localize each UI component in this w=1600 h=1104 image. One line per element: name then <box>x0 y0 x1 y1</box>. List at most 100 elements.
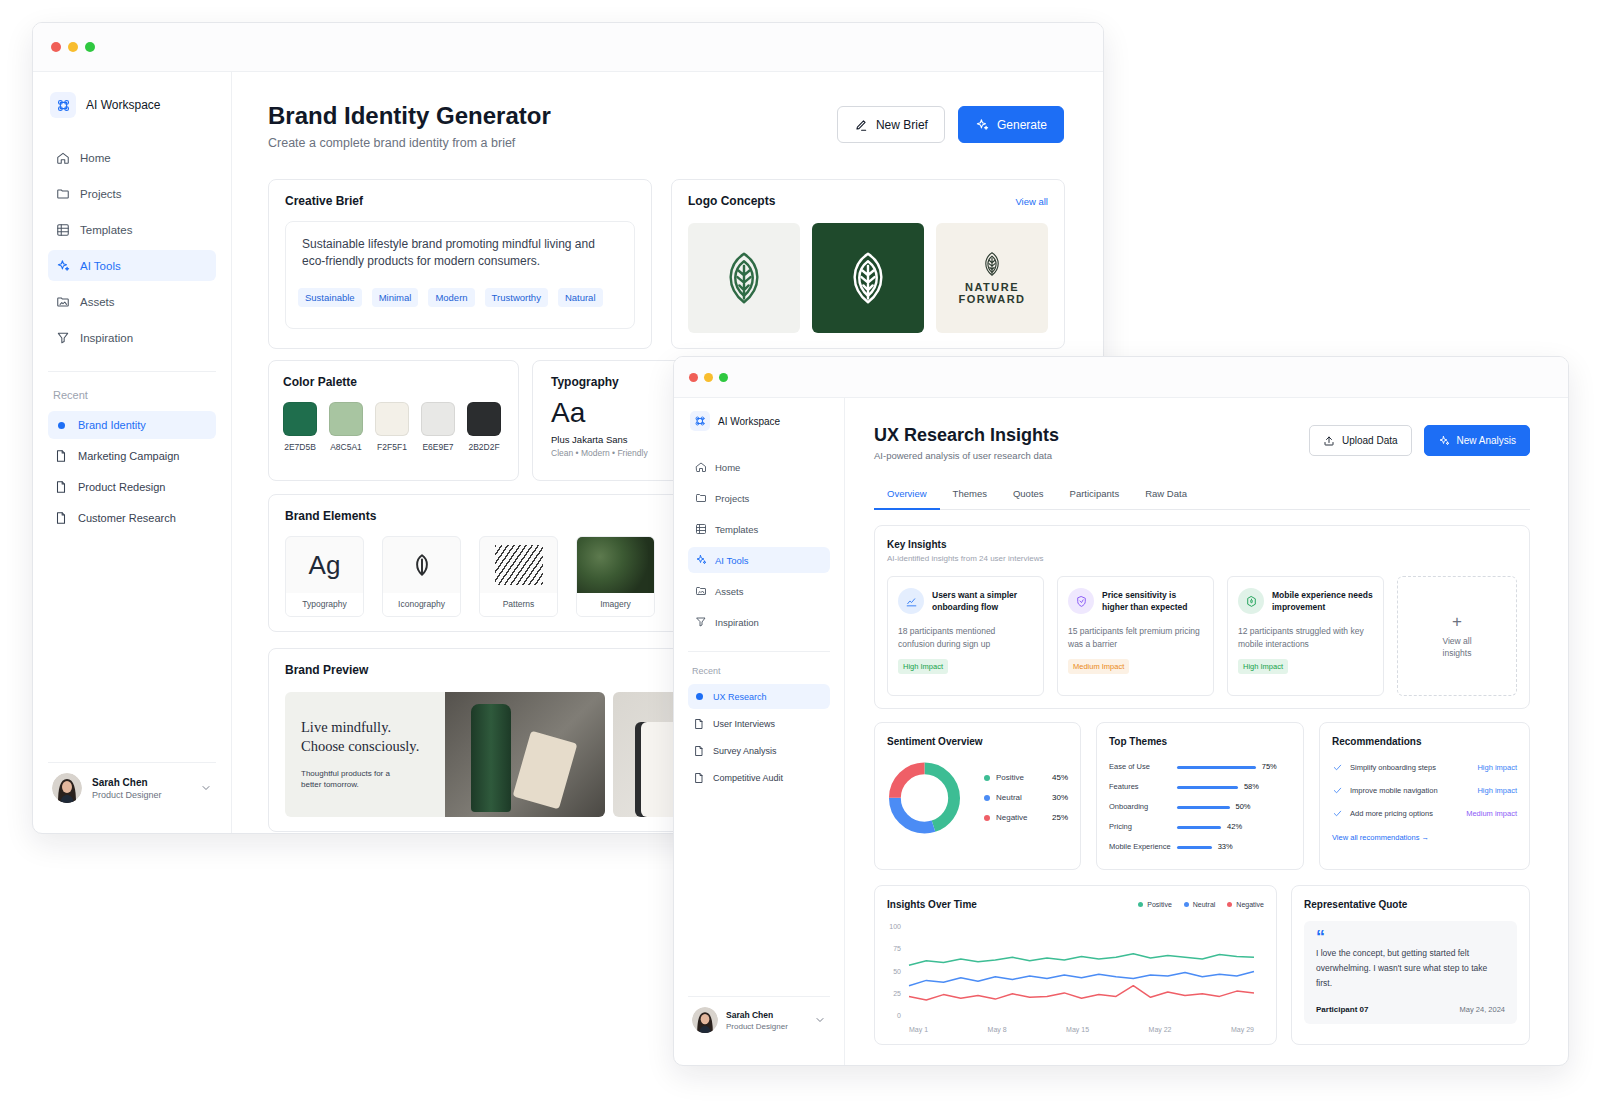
upload-data-button[interactable]: Upload Data <box>1309 425 1412 456</box>
recent-item[interactable]: Product Redesign <box>48 473 216 501</box>
logo-concept[interactable]: NATUREFORWARD <box>936 223 1048 333</box>
nav-item[interactable]: Templates <box>48 214 216 245</box>
view-all-link[interactable]: View all <box>1015 196 1048 207</box>
theme-row[interactable]: Mobile Experience 33% <box>1109 842 1291 852</box>
recent-item[interactable]: Survey Analysis <box>688 738 830 763</box>
nav-item[interactable]: Home <box>48 142 216 173</box>
nav-item[interactable]: Templates <box>688 516 830 542</box>
title-bar <box>33 23 1103 72</box>
recent-item[interactable]: User Interviews <box>688 711 830 736</box>
donut-segment[interactable] <box>895 768 954 827</box>
series-line[interactable] <box>909 986 1254 1000</box>
nav-item[interactable]: AI Tools <box>688 547 830 573</box>
nav-item[interactable]: Inspiration <box>688 609 830 635</box>
recommendation[interactable]: Improve mobile navigation High impact <box>1332 785 1517 796</box>
folder-icon <box>56 187 70 201</box>
assets-icon <box>56 295 70 309</box>
theme-row[interactable]: Onboarding 50% <box>1109 802 1291 812</box>
view-all-insights-button[interactable]: + View all insights <box>1397 576 1517 696</box>
minimize-button[interactable] <box>68 42 78 52</box>
donut-segment[interactable] <box>895 768 954 827</box>
brand-element[interactable]: Imagery <box>576 536 655 617</box>
new-brief-button[interactable]: New Brief <box>837 106 945 143</box>
view-all-recommendations-link[interactable]: View all recommendations → <box>1332 833 1517 842</box>
workspace-brand[interactable]: AI Workspace <box>688 411 830 431</box>
generate-button[interactable]: Generate <box>958 106 1064 143</box>
avatar-icon[interactable] <box>692 1007 718 1033</box>
recent-item[interactable]: Marketing Campaign <box>48 442 216 470</box>
nav-item[interactable]: Assets <box>48 286 216 317</box>
element-label: Typography <box>286 593 363 616</box>
theme-bar <box>1177 806 1230 809</box>
nav-item[interactable]: Projects <box>688 485 830 511</box>
swatch-label: E6E9E7 <box>422 442 453 452</box>
recommendations-card: Recommendations Simplify onboarding step… <box>1319 722 1530 870</box>
recommendation[interactable]: Add more pricing options Medium impact <box>1332 808 1517 819</box>
logo-concept[interactable] <box>688 223 800 333</box>
assets-icon <box>695 585 707 597</box>
color-swatch[interactable]: 2B2D2F <box>467 402 501 452</box>
tag[interactable]: Modern <box>428 288 474 307</box>
logo-icon <box>694 415 706 427</box>
tag[interactable]: Sustainable <box>298 288 362 307</box>
maximize-button[interactable] <box>85 42 95 52</box>
insight-card[interactable]: Mobile experience needs improvement 12 p… <box>1227 576 1384 696</box>
y-tick: 100 <box>889 922 901 932</box>
tab[interactable]: Quotes <box>1000 480 1057 510</box>
series-line[interactable] <box>909 954 1254 966</box>
brief-box[interactable]: Sustainable lifestyle brand promoting mi… <box>285 221 635 329</box>
theme-row[interactable]: Features 58% <box>1109 782 1291 792</box>
brand-preview[interactable]: Live mindfully.Choose consciously. Thoug… <box>285 692 605 817</box>
logo-concept[interactable] <box>812 223 924 333</box>
brand-element[interactable]: Patterns <box>479 536 558 617</box>
insight-card[interactable]: Price sensitivity is higher than expecte… <box>1057 576 1214 696</box>
nav-item[interactable]: AI Tools <box>48 250 216 281</box>
recent-item[interactable]: Brand Identity <box>48 411 216 439</box>
tab[interactable]: Overview <box>874 480 940 510</box>
folder-icon <box>695 492 707 504</box>
brand-element[interactable]: Iconography <box>382 536 461 617</box>
user-profile[interactable]: Sarah Chen Product Designer <box>48 762 216 833</box>
nav-item[interactable]: Home <box>688 454 830 480</box>
new-analysis-button[interactable]: New Analysis <box>1424 425 1530 456</box>
recommendation[interactable]: Simplify onboarding steps High impact <box>1332 762 1517 773</box>
tag[interactable]: Trustworthy <box>485 288 548 307</box>
recent-item[interactable]: Customer Research <box>48 504 216 532</box>
nav-item[interactable]: Assets <box>688 578 830 604</box>
insight-card[interactable]: Users want a simpler onboarding flow 18 … <box>887 576 1044 696</box>
tag[interactable]: Minimal <box>372 288 419 307</box>
color-swatch[interactable]: 2E7D5B <box>283 402 317 452</box>
recent-item[interactable]: UX Research <box>688 684 830 709</box>
tab[interactable]: Participants <box>1057 480 1133 510</box>
theme-row[interactable]: Ease of Use 75% <box>1109 762 1291 772</box>
brand-element[interactable]: Ag Typography <box>285 536 364 617</box>
tag[interactable]: Natural <box>558 288 603 307</box>
donut-segment[interactable] <box>895 768 954 827</box>
recent-item[interactable]: Competitive Audit <box>688 765 830 790</box>
avatar-icon[interactable] <box>52 773 82 803</box>
nav-list: Home Projects Templates AI Tools Assets Inspi… <box>688 454 830 635</box>
close-button[interactable] <box>689 373 698 382</box>
close-button[interactable] <box>51 42 61 52</box>
product-photo <box>445 692 605 817</box>
card-title: Top Themes <box>1109 735 1291 748</box>
color-swatch[interactable]: A8C5A1 <box>329 402 363 452</box>
user-name: Sarah Chen <box>92 777 190 788</box>
minimize-button[interactable] <box>704 373 713 382</box>
workspace-brand[interactable]: AI Workspace <box>48 92 216 118</box>
user-profile[interactable]: Sarah Chen Product Designer <box>688 996 830 1065</box>
nav-item[interactable]: Projects <box>48 178 216 209</box>
card-title: Logo Concepts <box>688 194 775 209</box>
tab[interactable]: Themes <box>940 480 1000 510</box>
maximize-button[interactable] <box>719 373 728 382</box>
theme-row[interactable]: Pricing 42% <box>1109 822 1291 832</box>
tab[interactable]: Raw Data <box>1132 480 1200 510</box>
nav-item[interactable]: Inspiration <box>48 322 216 353</box>
recent-heading: Recent <box>48 388 216 402</box>
color-swatch[interactable]: F2F5F1 <box>375 402 409 452</box>
check-icon <box>1332 762 1343 773</box>
color-swatch[interactable]: E6E9E7 <box>421 402 455 452</box>
series-line[interactable] <box>909 972 1254 986</box>
impact-badge: Medium Impact <box>1068 659 1129 674</box>
chart-legend-item: Neutral <box>1184 901 1216 908</box>
